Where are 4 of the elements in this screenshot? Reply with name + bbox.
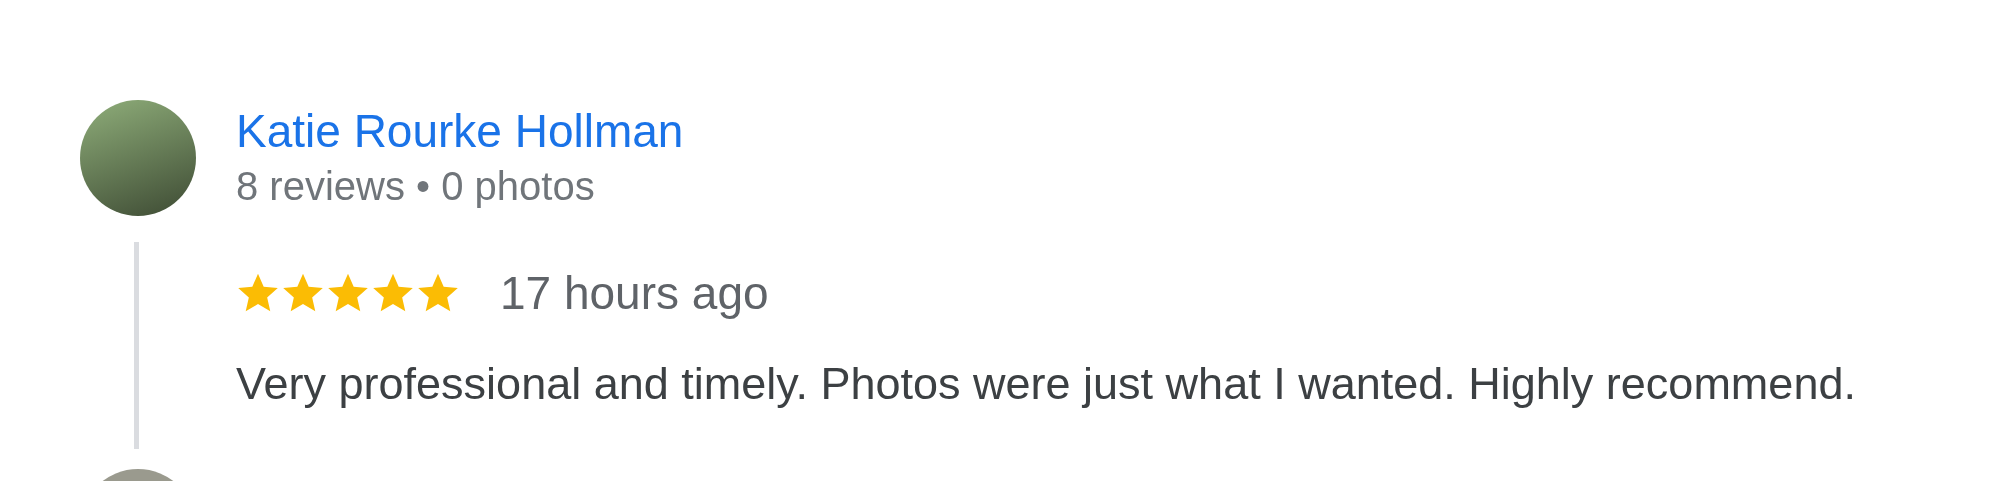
review-time: 17 hours ago xyxy=(500,266,769,320)
review-text: Very professional and timely. Photos were just what I wanted. Highly recommend. xyxy=(236,358,1856,410)
reviewer-name-link[interactable]: Katie Rourke Hollman xyxy=(236,103,684,158)
reviewer-stats: 8 reviews • 0 photos xyxy=(236,163,596,209)
